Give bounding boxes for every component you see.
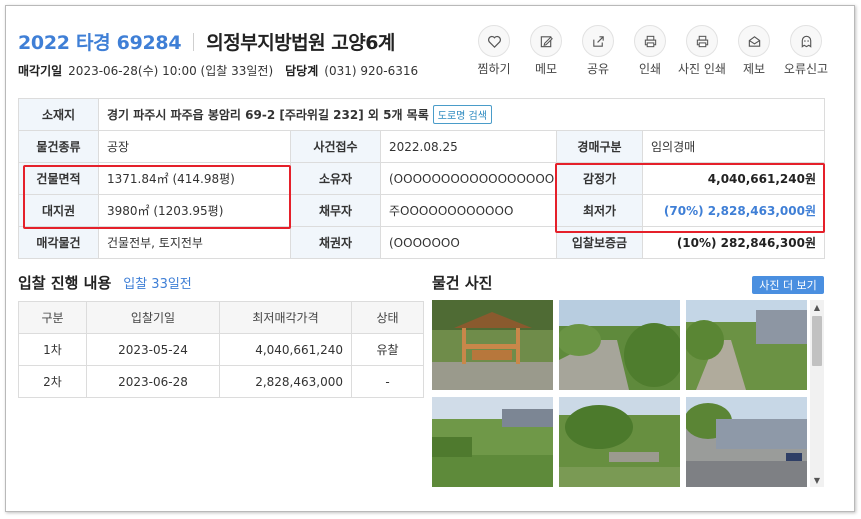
- action-toolbar: 찜하기 메모 공유 인쇄 사진 인쇄 제보 오류신고: [468, 25, 832, 77]
- photo-gallery: [432, 300, 824, 487]
- photo-thumbnail[interactable]: [432, 397, 553, 487]
- bid-history-heading: 입찰 진행 내용 입찰 33일전: [18, 272, 192, 293]
- print-button[interactable]: 인쇄: [624, 25, 676, 77]
- photo-thumbnail[interactable]: [559, 397, 680, 487]
- location-label: 소재지: [18, 98, 99, 131]
- scroll-thumb[interactable]: [812, 316, 822, 366]
- received-value: 2022.08.25: [380, 130, 557, 163]
- court-name: 의정부지방법원 고양6계: [206, 32, 395, 54]
- auction-type-value: 임의경매: [642, 130, 825, 163]
- photos-title: 물건 사진: [432, 274, 493, 292]
- case-header: 2022 타경 69284 의정부지방법원 고양6계: [18, 28, 395, 55]
- bid-days-left[interactable]: 입찰 33일전: [123, 273, 192, 292]
- col-header: 입찰기일: [86, 301, 220, 334]
- table-row: 1차 2023-05-24 4,040,661,240 유찰: [18, 333, 424, 366]
- bid-round: 1차: [18, 333, 87, 366]
- case-number: 2022 타경 69284: [18, 32, 182, 54]
- bid-date: 2023-05-24: [86, 333, 220, 366]
- bid-round: 2차: [18, 365, 87, 398]
- creditor-value: (OOOOOOO: [380, 226, 557, 259]
- photo-thumbnail[interactable]: [559, 300, 680, 390]
- location-value: 경기 파주시 파주읍 봉암리 69-2 [주라위길 232] 외 5개 목록: [107, 108, 429, 122]
- sale-info-line: 매각기일 2023-06-28(수) 10:00 (입찰 33일전) 담당계 (…: [18, 62, 418, 79]
- received-label: 사건접수: [290, 130, 381, 163]
- photo-thumbnail[interactable]: [686, 397, 807, 487]
- memo-icon: [540, 35, 553, 47]
- favorite-label: 찜하기: [477, 62, 511, 76]
- owner-label: 소유자: [290, 162, 381, 195]
- header-divider: [193, 32, 195, 51]
- table-row: 2차 2023-06-28 2,828,463,000 -: [18, 365, 424, 398]
- error-report-label: 오류신고: [783, 62, 829, 76]
- creditor-label: 채권자: [290, 226, 381, 259]
- type-value: 공장: [98, 130, 291, 163]
- error-report-button[interactable]: 오류신고: [780, 25, 832, 77]
- dept-label: 담당계: [285, 64, 319, 78]
- share-icon: [592, 35, 604, 47]
- bid-min-price: 2,828,463,000: [219, 365, 352, 398]
- ghost-icon: [801, 35, 811, 48]
- bid-date: 2023-06-28: [86, 365, 220, 398]
- sale-date-label: 매각기일: [18, 64, 63, 78]
- scroll-up-icon[interactable]: ▲: [810, 300, 824, 314]
- scroll-down-icon[interactable]: ▼: [810, 473, 824, 487]
- debtor-value: 주OOOOOOOOOOOO: [380, 194, 557, 227]
- memo-button[interactable]: 메모: [520, 25, 572, 77]
- info-row-location: 소재지 경기 파주시 파주읍 봉암리 69-2 [주라위길 232] 외 5개 …: [18, 98, 825, 131]
- photos-heading: 물건 사진: [432, 272, 492, 293]
- photo-print-label: 사진 인쇄: [678, 62, 726, 76]
- photo-thumbnail[interactable]: [432, 300, 553, 390]
- type-label: 물건종류: [18, 130, 99, 163]
- sale-date: 2023-06-28(수) 10:00 (입찰 33일전): [68, 64, 274, 78]
- mail-icon: [748, 35, 760, 47]
- bid-history-title: 입찰 진행 내용: [18, 274, 112, 292]
- auction-type-label: 경매구분: [556, 130, 643, 163]
- owner-value: (OOOOOOOOOOOOOOOOO: [380, 162, 557, 195]
- report-button[interactable]: 제보: [728, 25, 780, 77]
- debtor-label: 채무자: [290, 194, 381, 227]
- location-cell: 경기 파주시 파주읍 봉암리 69-2 [주라위길 232] 외 5개 목록 도로…: [98, 98, 825, 131]
- dept-phone: (031) 920-6316: [324, 63, 419, 78]
- memo-label: 메모: [534, 62, 558, 76]
- favorite-button[interactable]: 찜하기: [468, 25, 520, 77]
- highlight-price-box: [555, 163, 825, 233]
- sale-item-value: 건물전부, 토지전부: [98, 226, 291, 259]
- photo-thumbnail[interactable]: [686, 300, 807, 390]
- print-icon: [644, 35, 656, 47]
- photo-print-icon: [696, 35, 708, 47]
- bid-status: 유찰: [351, 333, 424, 366]
- road-name-search-button[interactable]: 도로명 검색: [432, 105, 492, 124]
- bid-status: -: [351, 365, 424, 398]
- highlight-area-box: [23, 165, 291, 229]
- heart-icon: [487, 35, 501, 48]
- sale-item-label: 매각물건: [18, 226, 99, 259]
- gallery-scrollbar[interactable]: ▲ ▼: [810, 300, 824, 487]
- info-row-type: 물건종류 공장 사건접수 2022.08.25 경매구분 임의경매: [18, 130, 825, 163]
- col-header: 상태: [351, 301, 424, 334]
- print-label: 인쇄: [638, 62, 662, 76]
- bid-min-price: 4,040,661,240: [219, 333, 352, 366]
- report-label: 제보: [742, 62, 766, 76]
- share-button[interactable]: 공유: [572, 25, 624, 77]
- table-header-row: 구분 입찰기일 최저매각가격 상태: [18, 301, 424, 334]
- share-label: 공유: [586, 62, 610, 76]
- more-photos-button[interactable]: 사진 더 보기: [752, 276, 824, 294]
- col-header: 구분: [18, 301, 87, 334]
- bid-history-table: 구분 입찰기일 최저매각가격 상태 1차 2023-05-24 4,040,66…: [18, 301, 424, 398]
- col-header: 최저매각가격: [219, 301, 352, 334]
- photo-print-button[interactable]: 사진 인쇄: [676, 25, 728, 77]
